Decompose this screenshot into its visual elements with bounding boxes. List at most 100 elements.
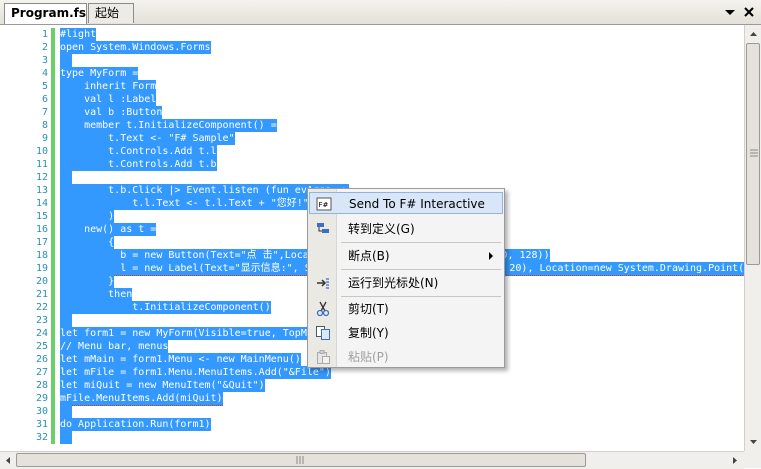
thumb-grip-icon <box>750 149 758 157</box>
line-number: 29 <box>35 393 48 404</box>
code-line[interactable]: t.Controls.Add t.b <box>60 158 217 171</box>
code-line[interactable]: #light <box>60 28 97 41</box>
line-number: 5 <box>41 81 48 92</box>
scroll-right-arrow-icon[interactable] <box>727 453 742 468</box>
code-line[interactable]: ) <box>60 210 115 223</box>
menu-item-label: Send To F# Interactive <box>349 197 485 211</box>
indicator-margin[interactable] <box>0 25 14 451</box>
line-number: 1 <box>41 29 48 40</box>
menu-item-run-to-cursor[interactable]: 运行到光标处(N) <box>309 272 503 294</box>
context-menu: F# Send To F# Interactive 转到定义(G) 断点(B) <box>307 188 505 368</box>
code-line[interactable] <box>60 314 72 327</box>
change-marker <box>51 314 55 327</box>
scroll-down-arrow-icon[interactable] <box>746 434 761 450</box>
change-marker <box>51 327 55 340</box>
tab-start-page[interactable]: 起始页 <box>88 3 134 38</box>
code-editor-window: Program.fs 起始页 1234567891011121314151617… <box>0 0 761 469</box>
line-number: 25 <box>35 341 48 352</box>
horizontal-scrollbar[interactable] <box>0 451 744 469</box>
code-line[interactable]: t.Text <- "F# Sample" <box>60 132 235 145</box>
code-line[interactable]: { <box>60 236 115 249</box>
copy-icon <box>316 326 330 340</box>
scroll-up-arrow-icon[interactable] <box>746 26 761 42</box>
menu-item-label: 粘贴(P) <box>348 350 389 364</box>
line-number: 24 <box>35 328 48 339</box>
code-line[interactable]: inherit Form <box>60 80 157 93</box>
goto-definition-icon <box>317 223 329 233</box>
line-number: 19 <box>35 263 48 274</box>
menu-separator <box>341 269 501 270</box>
run-to-cursor-icon <box>317 278 329 289</box>
line-number: 16 <box>35 224 48 235</box>
line-number: 10 <box>35 146 48 157</box>
line-number: 9 <box>41 133 48 144</box>
code-line[interactable]: let miQuit = new MenuItem("&Quit") <box>60 379 265 392</box>
line-number: 14 <box>35 198 48 209</box>
menu-item-label: 转到定义(G) <box>348 222 415 236</box>
code-line[interactable]: t.Controls.Add t.l <box>60 145 217 158</box>
code-line[interactable]: let mFile = form1.Menu.MenuItems.Add("&F… <box>60 366 331 379</box>
vertical-scrollbar[interactable] <box>744 25 761 451</box>
menu-item-cut[interactable]: 剪切(T) <box>309 298 503 320</box>
code-line[interactable]: member t.InitializeComponent() = <box>60 119 277 132</box>
code-line[interactable]: mFile.MenuItems.Add(miQuit) <box>60 392 223 406</box>
change-marker <box>51 262 55 275</box>
line-number: 21 <box>35 289 48 300</box>
code-line[interactable]: t.b.Click |> Event.listen (fun evArgs -> <box>60 184 349 197</box>
vertical-scroll-thumb[interactable] <box>746 43 760 265</box>
tab-program-fs[interactable]: Program.fs <box>4 3 87 24</box>
code-line[interactable]: then <box>60 288 133 301</box>
close-icon[interactable] <box>741 4 757 20</box>
line-number: 20 <box>35 276 48 287</box>
line-number: 6 <box>41 94 48 105</box>
menu-item-copy[interactable]: 复制(Y) <box>309 322 503 344</box>
thumb-grip-icon <box>296 456 304 464</box>
line-number: 3 <box>41 55 48 66</box>
document-tab-strip: Program.fs 起始页 <box>0 0 761 38</box>
horizontal-scroll-thumb[interactable] <box>16 453 586 467</box>
menu-item-goto-definition[interactable]: 转到定义(G) <box>309 218 503 240</box>
change-marker <box>51 392 55 405</box>
menu-item-label: 断点(B) <box>348 249 390 263</box>
scroll-left-arrow-icon[interactable] <box>1 453 16 468</box>
code-line[interactable]: val b :Button <box>60 106 163 119</box>
change-marker <box>51 405 55 418</box>
menu-item-send-to-fsharp-interactive[interactable]: F# Send To F# Interactive <box>309 192 503 214</box>
line-number: 13 <box>35 185 48 196</box>
code-line[interactable]: val l :Label <box>60 93 157 106</box>
change-marker <box>51 158 55 171</box>
line-number: 7 <box>41 107 48 118</box>
line-number: 28 <box>35 380 48 391</box>
code-line[interactable]: type MyForm = <box>60 67 139 80</box>
code-line[interactable]: t.l.Text <- t.l.Text + "您好!" <box>60 197 309 210</box>
code-line[interactable] <box>60 171 72 184</box>
change-marker <box>51 145 55 158</box>
code-line[interactable]: open System.Windows.Forms <box>60 41 211 54</box>
code-line[interactable]: do Application.Run(form1) <box>60 418 211 431</box>
line-number: 30 <box>35 406 48 417</box>
code-line[interactable]: } <box>60 275 115 288</box>
code-line[interactable] <box>60 54 72 67</box>
change-marker <box>51 197 55 210</box>
line-number: 12 <box>35 172 48 183</box>
code-line[interactable]: let mMain = form1.Menu <- new MainMenu() <box>60 353 301 366</box>
code-line[interactable] <box>60 405 72 418</box>
menu-item-label: 剪切(T) <box>348 302 389 316</box>
change-marker <box>51 353 55 366</box>
cut-icon <box>316 301 330 317</box>
change-marker <box>51 132 55 145</box>
code-line[interactable]: // Menu bar, menus <box>60 340 169 353</box>
change-marker <box>51 41 55 54</box>
code-line[interactable]: new() as t = <box>60 223 157 236</box>
line-number: 8 <box>41 120 48 131</box>
change-marker <box>51 171 55 184</box>
code-line[interactable]: t.InitializeComponent() <box>60 301 271 314</box>
change-marker <box>51 379 55 392</box>
change-marker <box>51 184 55 197</box>
change-marker <box>51 275 55 288</box>
menu-item-paste[interactable]: 粘贴(P) <box>309 346 503 368</box>
menu-item-breakpoint[interactable]: 断点(B) <box>309 245 503 267</box>
code-line[interactable] <box>60 431 72 444</box>
change-marker <box>51 210 55 223</box>
tab-dropdown-icon[interactable] <box>722 4 738 20</box>
